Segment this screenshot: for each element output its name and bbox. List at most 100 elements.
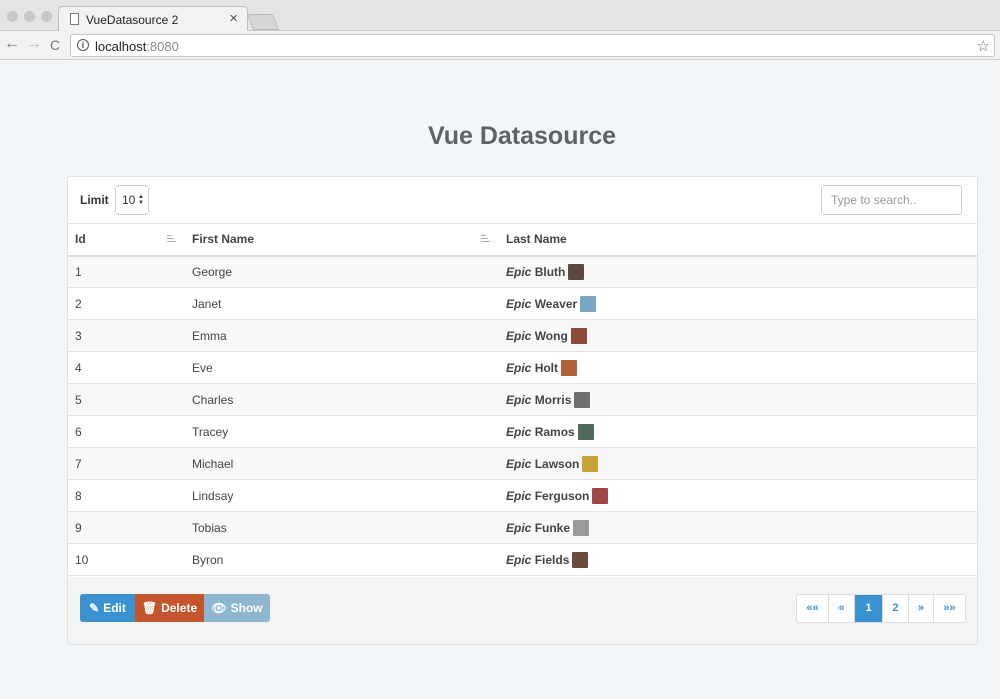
window-minimize-dot[interactable]	[24, 11, 35, 22]
limit-label: Limit	[80, 193, 109, 207]
table-row[interactable]: 8 Lindsay Epic Ferguson	[68, 479, 977, 512]
pagination-page-2[interactable]: 2	[882, 595, 908, 622]
table-row[interactable]: 4 Eve Epic Holt	[68, 351, 977, 384]
cell-last-name: Epic Morris	[500, 383, 977, 416]
epic-prefix: Epic	[506, 424, 532, 439]
pagination-next[interactable]: »	[908, 595, 933, 622]
pagination-page-1[interactable]: 1	[854, 595, 882, 622]
cell-last-name: Epic Bluth	[500, 255, 977, 288]
last-name-text: Lawson	[534, 456, 580, 471]
limit-select[interactable]: 10 ▲ ▼	[115, 185, 149, 215]
cell-last-name: Epic Holt	[500, 351, 977, 384]
last-name-text: Morris	[534, 392, 572, 407]
last-name-text: Funke	[534, 520, 571, 535]
cell-first-name: Janet	[186, 287, 500, 320]
avatar	[570, 327, 587, 344]
column-header-first-name[interactable]: First Name	[186, 223, 500, 257]
table-row[interactable]: 10 Byron Epic Fields	[68, 543, 977, 576]
page-icon	[70, 13, 79, 25]
epic-prefix: Epic	[506, 392, 532, 407]
cell-id: 4	[68, 351, 186, 384]
edit-button[interactable]: ✎ Edit	[80, 594, 135, 622]
browser-tab-strip: VueDatasource 2 ×	[0, 0, 1000, 32]
limit-value: 10	[122, 193, 136, 207]
cell-last-name: Epic Wong	[500, 319, 977, 352]
pagination-first[interactable]: ««	[797, 595, 828, 622]
cell-id: 1	[68, 255, 186, 288]
browser-toolbar: ← → C i localhost:8080 ☆	[0, 31, 1000, 60]
table-header-row: Id First Name Last Name	[68, 223, 977, 257]
table-row[interactable]: 1 George Epic Bluth	[68, 255, 977, 288]
cell-id: 5	[68, 383, 186, 416]
avatar	[561, 359, 578, 376]
tab-title: VueDatasource 2	[86, 13, 179, 27]
table-row[interactable]: 7 Michael Epic Lawson	[68, 447, 977, 480]
last-name-text: Bluth	[534, 264, 566, 279]
column-header-id[interactable]: Id	[68, 223, 186, 257]
pagination-prev[interactable]: «	[828, 595, 854, 622]
cell-first-name: Michael	[186, 447, 500, 480]
last-name-text: Ramos	[534, 424, 575, 439]
bookmark-star-icon[interactable]: ☆	[977, 37, 990, 55]
cell-last-name: Epic Funke	[500, 511, 977, 544]
search-input[interactable]	[821, 185, 962, 215]
epic-prefix: Epic	[506, 520, 532, 535]
epic-prefix: Epic	[506, 264, 532, 279]
info-icon[interactable]: i	[77, 39, 89, 51]
table-row[interactable]: 9 Tobias Epic Funke	[68, 511, 977, 544]
avatar	[572, 551, 589, 568]
sort-icon[interactable]	[481, 235, 490, 243]
table-footer: ✎ Edit 🗑 Delete 👁 Show «« « 1 2 » »»	[68, 577, 977, 644]
pagination: «« « 1 2 » »»	[796, 594, 966, 623]
cell-last-name: Epic Ramos	[500, 415, 977, 448]
epic-prefix: Epic	[506, 296, 532, 311]
avatar	[573, 519, 590, 536]
back-icon[interactable]: ←	[4, 35, 20, 53]
table-row[interactable]: 5 Charles Epic Morris	[68, 383, 977, 416]
column-header-last-name: Last Name	[500, 223, 977, 257]
sort-icon[interactable]	[167, 235, 176, 243]
cell-first-name: Byron	[186, 543, 500, 576]
address-bar[interactable]: i localhost:8080 ☆	[70, 34, 995, 57]
last-name-text: Holt	[534, 360, 559, 375]
select-arrows-icon: ▲ ▼	[138, 194, 144, 206]
show-button[interactable]: 👁 Show	[204, 594, 270, 622]
cell-first-name: George	[186, 255, 500, 288]
new-tab-button[interactable]	[247, 14, 279, 30]
window-close-dot[interactable]	[7, 11, 18, 22]
avatar	[568, 263, 585, 280]
avatar	[580, 295, 597, 312]
epic-prefix: Epic	[506, 360, 532, 375]
avatar	[574, 391, 591, 408]
page-title: Vue Datasource	[427, 122, 617, 150]
cell-id: 2	[68, 287, 186, 320]
cell-first-name: Lindsay	[186, 479, 500, 512]
data-table: Id First Name Last Name 1 George Epic Blut…	[68, 223, 977, 576]
cell-first-name: Tobias	[186, 511, 500, 544]
pagination-last[interactable]: »»	[933, 595, 965, 622]
cell-id: 6	[68, 415, 186, 448]
cell-first-name: Emma	[186, 319, 500, 352]
datasource-panel: Limit 10 ▲▼ Id First Name Last Name 1Geo…	[67, 176, 978, 645]
table-body: 1 George Epic Bluth 2 Janet Epic Weaver 3 Emma E…	[68, 255, 977, 576]
cell-first-name: Eve	[186, 351, 500, 384]
browser-tab[interactable]: VueDatasource 2 ×	[58, 6, 248, 32]
last-name-text: Wong	[534, 328, 568, 343]
epic-prefix: Epic	[506, 552, 532, 567]
table-row[interactable]: 6 Tracey Epic Ramos	[68, 415, 977, 448]
cell-last-name: Epic Weaver	[500, 287, 977, 320]
forward-icon[interactable]: →	[26, 35, 42, 53]
delete-button[interactable]: 🗑 Delete	[135, 594, 204, 622]
last-name-text: Fields	[534, 552, 570, 567]
window-zoom-dot[interactable]	[41, 11, 52, 22]
tab-close-icon[interactable]: ×	[229, 10, 238, 27]
last-name-text: Weaver	[534, 296, 578, 311]
pencil-icon: ✎	[89, 601, 100, 615]
epic-prefix: Epic	[506, 328, 532, 343]
reload-icon[interactable]: C	[50, 37, 60, 53]
table-row[interactable]: 2 Janet Epic Weaver	[68, 287, 977, 320]
trash-icon: 🗑	[141, 601, 158, 615]
avatar	[592, 487, 609, 504]
table-row[interactable]: 3 Emma Epic Wong	[68, 319, 977, 352]
cell-id: 3	[68, 319, 186, 352]
